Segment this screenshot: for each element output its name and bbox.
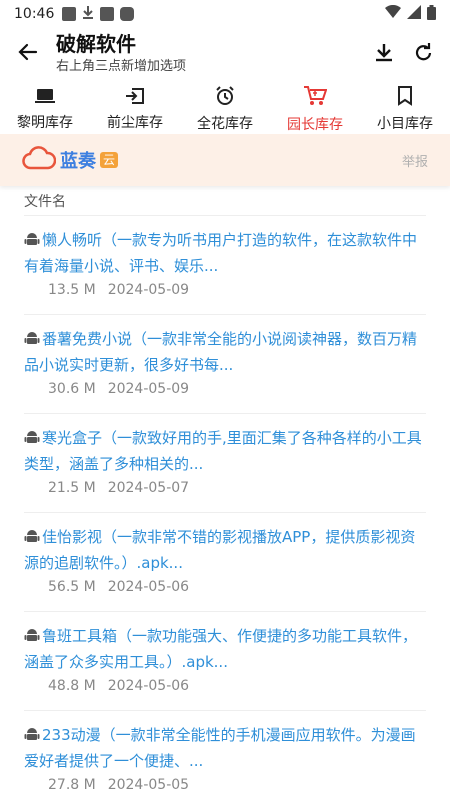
cloud-icon xyxy=(22,146,57,174)
tab-label: 黎明库存 xyxy=(17,114,73,131)
list-item[interactable]: 懒人畅听（一款专为听书用户打造的软件，在这款软件中有着海量小说、评书、娱乐...… xyxy=(24,216,426,315)
back-button[interactable] xyxy=(0,28,56,80)
file-date: 2024-05-05 xyxy=(107,777,190,793)
tab-label: 前尘库存 xyxy=(107,114,163,131)
tab-quanhua[interactable]: 全花库存 xyxy=(180,84,270,134)
page-subtitle: 右上角三点新增加选项 xyxy=(56,59,187,74)
refresh-icon xyxy=(414,42,434,66)
file-date: 2024-05-09 xyxy=(107,282,190,298)
arrow-left-icon xyxy=(18,42,38,66)
android-icon xyxy=(24,626,40,650)
file-title: 佳怡影视（一款非常不错的影视播放APP，提供质影视资源的追剧软件。）.apk..… xyxy=(24,528,416,572)
list-item[interactable]: 233动漫（一款非常全能性的手机漫画应用软件。为漫画爱好者提供了一个便捷、...… xyxy=(24,711,426,800)
file-date: 2024-05-06 xyxy=(107,579,190,595)
tab-qianchen[interactable]: 前尘库存 xyxy=(90,84,180,134)
file-title: 懒人畅听（一款专为听书用户打造的软件，在这款软件中有着海量小说、评书、娱乐... xyxy=(24,231,418,275)
brand-bar: 蓝奏 云 举报 xyxy=(0,134,450,186)
file-size: 27.8 M xyxy=(48,777,96,793)
list-header: 文件名 xyxy=(24,186,426,216)
bookmark-icon xyxy=(397,85,413,110)
report-link[interactable]: 举报 xyxy=(402,151,428,170)
status-bar: 10:46 xyxy=(0,0,450,28)
cart-icon xyxy=(303,85,328,111)
refresh-button[interactable] xyxy=(404,34,444,74)
enter-box-icon xyxy=(125,87,145,109)
wifi-icon xyxy=(385,4,401,23)
brand-name: 蓝奏 xyxy=(60,151,96,172)
list-item[interactable]: 鲁班工具箱（一款功能强大、作便捷的多功能工具软件，涵盖了众多实用工具。）.apk… xyxy=(24,612,426,711)
notification-icon xyxy=(62,7,77,21)
tab-label: 全花库存 xyxy=(197,115,253,132)
file-size: 30.6 M xyxy=(48,381,96,397)
tab-label: 小目库存 xyxy=(377,115,433,132)
file-title: 233动漫（一款非常全能性的手机漫画应用软件。为漫画爱好者提供了一个便捷、... xyxy=(24,726,416,770)
tab-xiaomu[interactable]: 小目库存 xyxy=(360,84,450,134)
file-list: 文件名 懒人畅听（一款专为听书用户打造的软件，在这款软件中有着海量小说、评书、娱… xyxy=(0,186,450,800)
battery-icon xyxy=(427,4,436,24)
android-icon xyxy=(24,527,40,551)
app-notification-icon-2 xyxy=(120,7,135,21)
tab-label: 园长库存 xyxy=(287,116,343,133)
list-item[interactable]: 寒光盒子（一款致好用的手,里面汇集了各种各样的小工具类型，涵盖了多种相关的...… xyxy=(24,414,426,513)
file-title: 寒光盒子（一款致好用的手,里面汇集了各种各样的小工具类型，涵盖了多种相关的... xyxy=(24,429,422,473)
file-size: 13.5 M xyxy=(48,282,96,298)
alarm-clock-icon xyxy=(215,85,235,110)
file-title: 鲁班工具箱（一款功能强大、作便捷的多功能工具软件，涵盖了众多实用工具。）.apk… xyxy=(24,627,418,671)
brand-badge: 云 xyxy=(100,152,119,168)
download-icon xyxy=(82,5,94,23)
download-icon xyxy=(375,42,393,66)
laptop-icon xyxy=(35,87,55,109)
file-size: 21.5 M xyxy=(48,480,96,496)
android-icon xyxy=(24,329,40,353)
app-bar: 破解软件 右上角三点新增加选项 xyxy=(0,28,450,80)
file-size: 56.5 M xyxy=(48,579,96,595)
android-icon xyxy=(24,230,40,254)
tab-bar: 黎明库存 前尘库存 全花库存 园长库存 小目库存 xyxy=(0,84,450,134)
app-notification-icon xyxy=(100,7,115,21)
list-item[interactable]: 佳怡影视（一款非常不错的影视播放APP，提供质影视资源的追剧软件。）.apk..… xyxy=(24,513,426,612)
file-size: 48.8 M xyxy=(48,678,96,694)
android-icon xyxy=(24,428,40,452)
file-date: 2024-05-07 xyxy=(107,480,190,496)
tab-liming[interactable]: 黎明库存 xyxy=(0,84,90,134)
file-date: 2024-05-09 xyxy=(107,381,190,397)
signal-icon xyxy=(407,5,421,23)
download-button[interactable] xyxy=(364,34,404,74)
list-item[interactable]: 番薯免费小说（一款非常全能的小说阅读神器，数百万精品小说实时更新，很多好书每..… xyxy=(24,315,426,414)
page-title: 破解软件 xyxy=(56,32,136,56)
status-time: 10:46 xyxy=(14,6,55,22)
android-icon xyxy=(24,725,40,749)
file-title: 番薯免费小说（一款非常全能的小说阅读神器，数百万精品小说实时更新，很多好书每..… xyxy=(24,330,418,374)
content-area[interactable]: 蓝奏 云 举报 文件名 懒人畅听（一款专为听书用户打造的软件，在这款软件中有着海… xyxy=(0,134,450,800)
tab-yuanzhang[interactable]: 园长库存 xyxy=(270,84,360,134)
file-date: 2024-05-06 xyxy=(107,678,190,694)
